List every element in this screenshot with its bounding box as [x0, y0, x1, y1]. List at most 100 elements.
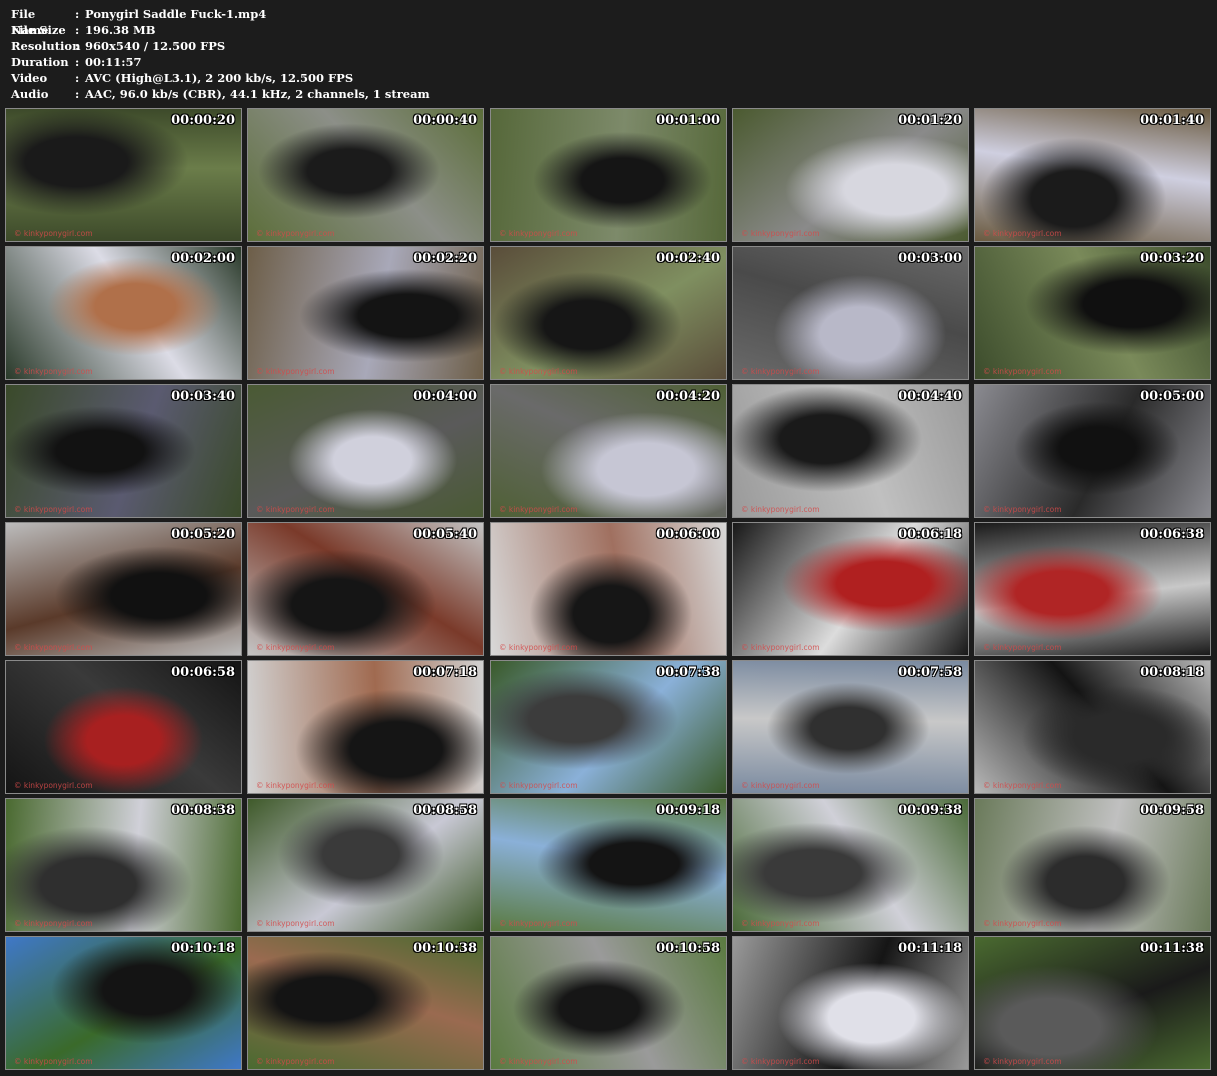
thumbnail-frame-image	[975, 109, 1210, 241]
thumbnail-frame-image	[975, 799, 1210, 931]
video-thumbnail[interactable]: © kinkyponygirl.com 00:08:38	[5, 798, 242, 932]
thumbnail-timestamp: 00:03:20	[1140, 251, 1204, 266]
watermark-text: © kinkyponygirl.com	[256, 367, 335, 376]
watermark-text: © kinkyponygirl.com	[256, 781, 335, 790]
thumbnail-frame-image	[6, 523, 241, 655]
file-info-separator: :	[75, 55, 80, 69]
video-thumbnail[interactable]: © kinkyponygirl.com 00:01:20	[732, 108, 969, 242]
video-thumbnail[interactable]: © kinkyponygirl.com 00:01:40	[974, 108, 1211, 242]
watermark-text: © kinkyponygirl.com	[741, 781, 820, 790]
file-info-label: Duration	[11, 55, 69, 69]
watermark-text: © kinkyponygirl.com	[983, 505, 1062, 514]
video-thumbnail[interactable]: © kinkyponygirl.com 00:02:20	[247, 246, 484, 380]
thumbnail-frame-image	[975, 247, 1210, 379]
video-thumbnail[interactable]: © kinkyponygirl.com 00:05:20	[5, 522, 242, 656]
thumbnail-frame-image	[975, 523, 1210, 655]
file-info-row: Video: AVC (High@L3.1), 2 200 kb/s, 12.50…	[11, 70, 611, 86]
video-thumbnail[interactable]: © kinkyponygirl.com 00:03:00	[732, 246, 969, 380]
file-info-label: Resolution	[11, 39, 81, 53]
watermark-text: © kinkyponygirl.com	[256, 919, 335, 928]
video-thumbnail[interactable]: © kinkyponygirl.com 00:09:38	[732, 798, 969, 932]
thumbnail-timestamp: 00:04:00	[413, 389, 477, 404]
thumbnail-frame-image	[248, 661, 483, 793]
file-info-row: Resolution:960x540 / 12.500 FPS	[11, 38, 611, 54]
thumbnail-frame-image	[6, 109, 241, 241]
video-thumbnail[interactable]: © kinkyponygirl.com 00:09:58	[974, 798, 1211, 932]
watermark-text: © kinkyponygirl.com	[14, 229, 93, 238]
video-thumbnail[interactable]: © kinkyponygirl.com 00:05:40	[247, 522, 484, 656]
file-info-separator: :	[75, 7, 80, 21]
thumbnail-frame-image	[6, 937, 241, 1069]
thumbnail-frame-image	[491, 385, 726, 517]
thumbnail-timestamp: 00:01:20	[898, 113, 962, 128]
video-thumbnail[interactable]: © kinkyponygirl.com 00:00:20	[5, 108, 242, 242]
thumbnail-timestamp: 00:08:18	[1140, 665, 1204, 680]
video-thumbnail[interactable]: © kinkyponygirl.com 00:04:00	[247, 384, 484, 518]
video-thumbnail[interactable]: © kinkyponygirl.com 00:06:58	[5, 660, 242, 794]
file-info-row: File Size:196.38 MB	[11, 22, 611, 38]
file-info-value: 00:11:57	[85, 55, 142, 69]
thumbnail-timestamp: 00:11:38	[1140, 941, 1204, 956]
file-info-row: Audio: AAC, 96.0 kb/s (CBR), 44.1 kHz, 2 …	[11, 86, 611, 102]
video-thumbnail[interactable]: © kinkyponygirl.com 00:02:40	[490, 246, 727, 380]
file-info-row: Duration:00:11:57	[11, 54, 611, 70]
video-thumbnail[interactable]: © kinkyponygirl.com 00:09:18	[490, 798, 727, 932]
thumbnail-timestamp: 00:03:00	[898, 251, 962, 266]
thumbnail-timestamp: 00:09:38	[898, 803, 962, 818]
thumbnail-frame-image	[733, 661, 968, 793]
video-thumbnail[interactable]: © kinkyponygirl.com 00:08:18	[974, 660, 1211, 794]
watermark-text: © kinkyponygirl.com	[499, 781, 578, 790]
watermark-text: © kinkyponygirl.com	[14, 367, 93, 376]
video-thumbnail[interactable]: © kinkyponygirl.com 00:03:40	[5, 384, 242, 518]
video-thumbnail[interactable]: © kinkyponygirl.com 00:02:00	[5, 246, 242, 380]
video-thumbnail[interactable]: © kinkyponygirl.com 00:07:58	[732, 660, 969, 794]
thumbnail-frame-image	[733, 385, 968, 517]
watermark-text: © kinkyponygirl.com	[741, 229, 820, 238]
thumbnail-frame-image	[491, 523, 726, 655]
watermark-text: © kinkyponygirl.com	[499, 229, 578, 238]
watermark-text: © kinkyponygirl.com	[983, 643, 1062, 652]
thumbnail-timestamp: 00:01:40	[1140, 113, 1204, 128]
video-thumbnail[interactable]: © kinkyponygirl.com 00:11:18	[732, 936, 969, 1070]
thumbnail-frame-image	[6, 247, 241, 379]
video-thumbnail[interactable]: © kinkyponygirl.com 00:11:38	[974, 936, 1211, 1070]
file-info-row: File Name: Ponygirl Saddle Fuck-1.mp4	[11, 6, 611, 37]
thumbnail-frame-image	[491, 661, 726, 793]
video-thumbnail[interactable]: © kinkyponygirl.com 00:06:00	[490, 522, 727, 656]
file-info-label: File Size	[11, 23, 66, 37]
watermark-text: © kinkyponygirl.com	[499, 367, 578, 376]
video-thumbnail[interactable]: © kinkyponygirl.com 00:01:00	[490, 108, 727, 242]
video-thumbnail[interactable]: © kinkyponygirl.com 00:10:18	[5, 936, 242, 1070]
video-thumbnail[interactable]: © kinkyponygirl.com 00:03:20	[974, 246, 1211, 380]
video-thumbnail[interactable]: © kinkyponygirl.com 00:10:38	[247, 936, 484, 1070]
thumbnail-timestamp: 00:02:00	[171, 251, 235, 266]
watermark-text: © kinkyponygirl.com	[256, 229, 335, 238]
thumbnail-timestamp: 00:08:58	[413, 803, 477, 818]
thumbnail-frame-image	[491, 109, 726, 241]
thumbnail-frame-image	[248, 937, 483, 1069]
thumbnail-timestamp: 00:05:40	[413, 527, 477, 542]
video-thumbnail[interactable]: © kinkyponygirl.com 00:04:40	[732, 384, 969, 518]
thumbnail-timestamp: 00:06:58	[171, 665, 235, 680]
thumbnail-timestamp: 00:10:18	[171, 941, 235, 956]
video-thumbnail[interactable]: © kinkyponygirl.com 00:00:40	[247, 108, 484, 242]
video-thumbnail[interactable]: © kinkyponygirl.com 00:08:58	[247, 798, 484, 932]
thumbnail-timestamp: 00:03:40	[171, 389, 235, 404]
video-thumbnail[interactable]: © kinkyponygirl.com 00:07:38	[490, 660, 727, 794]
video-thumbnail[interactable]: © kinkyponygirl.com 00:04:20	[490, 384, 727, 518]
video-thumbnail[interactable]: © kinkyponygirl.com 00:06:18	[732, 522, 969, 656]
watermark-text: © kinkyponygirl.com	[14, 919, 93, 928]
thumbnail-frame-image	[248, 799, 483, 931]
watermark-text: © kinkyponygirl.com	[14, 643, 93, 652]
watermark-text: © kinkyponygirl.com	[14, 505, 93, 514]
video-thumbnail[interactable]: © kinkyponygirl.com 00:06:38	[974, 522, 1211, 656]
video-thumbnail[interactable]: © kinkyponygirl.com 00:05:00	[974, 384, 1211, 518]
thumbnail-timestamp: 00:06:38	[1140, 527, 1204, 542]
file-info-separator: :	[75, 23, 80, 37]
watermark-text: © kinkyponygirl.com	[499, 919, 578, 928]
video-thumbnail[interactable]: © kinkyponygirl.com 00:10:58	[490, 936, 727, 1070]
thumbnail-timestamp: 00:07:18	[413, 665, 477, 680]
thumbnail-frame-image	[733, 247, 968, 379]
watermark-text: © kinkyponygirl.com	[983, 781, 1062, 790]
video-thumbnail[interactable]: © kinkyponygirl.com 00:07:18	[247, 660, 484, 794]
